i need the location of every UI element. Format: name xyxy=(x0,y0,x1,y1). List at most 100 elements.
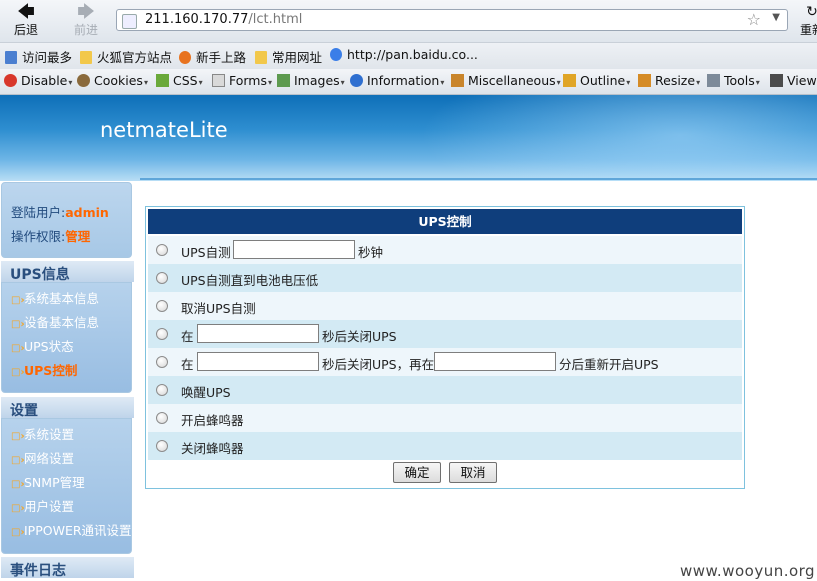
back-button[interactable]: 🡄 后退 xyxy=(6,3,46,38)
bookmarks-toolbar: 访问最多 火狐官方站点 新手上路 常用网址 http://pan.baidu.c… xyxy=(0,42,817,70)
option-radio[interactable] xyxy=(156,244,168,256)
dev-miscellaneous-menu[interactable]: Miscellaneous▾ xyxy=(451,73,561,88)
brand-logo-text: netmateLite xyxy=(100,118,228,142)
sidebar-item-user-settings[interactable]: □›用户设置 xyxy=(11,496,74,515)
self-test-seconds-input[interactable] xyxy=(233,240,355,259)
folder-icon xyxy=(80,51,92,64)
option-radio[interactable] xyxy=(156,356,168,368)
dev-css-menu[interactable]: CSS▾ xyxy=(156,73,203,88)
dev-menu-label: CSS xyxy=(173,73,198,88)
restart-shutdown-seconds-input[interactable] xyxy=(197,352,319,371)
bookmark-label: 访问最多 xyxy=(22,50,73,65)
arrow-icon: □› xyxy=(11,295,25,306)
option-radio[interactable] xyxy=(156,272,168,284)
arrow-icon: □› xyxy=(11,479,25,490)
resize-icon xyxy=(638,74,651,87)
reload-icon: ↻ xyxy=(806,4,817,20)
option-radio[interactable] xyxy=(156,384,168,396)
option-label: 开启蜂鸣器 xyxy=(181,413,244,428)
watermark: www.wooyun.org xyxy=(680,562,816,580)
arrow-icon: □› xyxy=(11,367,25,378)
back-label: 后退 xyxy=(13,23,38,37)
tools-icon xyxy=(707,74,720,87)
sidebar-item-device-info[interactable]: □›设备基本信息 xyxy=(11,312,99,331)
cancel-button[interactable]: 取消 xyxy=(449,462,497,483)
page-header: netmateLite xyxy=(0,95,817,181)
misc-icon xyxy=(451,74,464,87)
arrow-icon: □› xyxy=(11,343,25,354)
dev-information-menu[interactable]: Information▾ xyxy=(350,73,444,88)
login-user-label: 登陆用户: xyxy=(11,205,66,220)
bookmark-baidu-pan[interactable]: http://pan.baidu.co... xyxy=(330,47,478,62)
sidebar-item-label: IPPOWER通讯设置 xyxy=(24,523,132,538)
dev-forms-menu[interactable]: Forms▾ xyxy=(212,73,272,88)
dev-cookies-menu[interactable]: Cookies▾ xyxy=(77,73,148,88)
bookmark-common-sites[interactable]: 常用网址 xyxy=(255,47,322,66)
sidebar-item-system-info[interactable]: □›系统基本信息 xyxy=(11,288,99,307)
arrow-icon: □› xyxy=(11,503,25,514)
confirm-button[interactable]: 确定 xyxy=(393,462,441,483)
view-source-icon xyxy=(770,74,783,87)
option-radio[interactable] xyxy=(156,300,168,312)
sidebar-item-label: SNMP管理 xyxy=(24,475,85,490)
sidebar-item-ups-control[interactable]: □›UPS控制 xyxy=(11,360,77,379)
url-path: /lct.html xyxy=(248,12,303,27)
section-event-log[interactable]: 事件日志 xyxy=(1,556,134,579)
shutdown-seconds-input[interactable] xyxy=(197,324,319,343)
option-buzzer-off: 关闭蜂鸣器 xyxy=(148,432,742,460)
option-shutdown-delay: 在 秒后关闭UPS xyxy=(148,320,742,348)
bookmark-label: 火狐官方站点 xyxy=(97,50,173,65)
dev-menu-label: Resize xyxy=(655,73,696,88)
url-host: 211.160.170.77 xyxy=(145,12,249,27)
baidu-icon xyxy=(330,48,342,61)
sidebar-item-label: 系统设置 xyxy=(24,427,75,442)
dev-menu-label: Information xyxy=(367,73,440,88)
option-label: UPS自测直到电池电压低 xyxy=(181,273,319,288)
disable-icon xyxy=(4,74,17,87)
address-bar[interactable]: 211.160.170.77/lct.html ☆ ▼ xyxy=(116,9,788,31)
option-shutdown-restart: 在 秒后关闭UPS，再在 分后重新开启UPS xyxy=(148,348,742,376)
dev-images-menu[interactable]: Images▾ xyxy=(277,73,345,88)
sidebar-item-label: UPS控制 xyxy=(24,363,78,378)
option-radio[interactable] xyxy=(156,440,168,452)
restart-minutes-input[interactable] xyxy=(434,352,556,371)
permission-row: 操作权限:管理 xyxy=(11,226,90,245)
sidebar-item-system-settings[interactable]: □›系统设置 xyxy=(11,424,74,443)
arrow-icon: □› xyxy=(11,431,25,442)
option-label: UPS自测 xyxy=(181,245,231,260)
option-label: 在 xyxy=(181,357,194,372)
option-radio[interactable] xyxy=(156,412,168,424)
option-radio[interactable] xyxy=(156,328,168,340)
sidebar: 登陆用户:admin 操作权限:管理 UPS信息 □›系统基本信息 □›设备基本… xyxy=(0,181,136,581)
forward-button[interactable]: 🡆 前进 xyxy=(66,3,106,38)
bookmark-star-icon[interactable]: ☆ xyxy=(747,10,761,29)
sidebar-item-network-settings[interactable]: □›网络设置 xyxy=(11,448,74,467)
dev-outline-menu[interactable]: Outline▾ xyxy=(563,73,630,88)
option-self-test-low-battery: UPS自测直到电池电压低 xyxy=(148,264,742,292)
dev-view-menu[interactable]: View xyxy=(770,73,817,88)
dev-menu-label: Forms xyxy=(229,73,268,88)
bookmark-label: http://pan.baidu.co... xyxy=(347,47,478,62)
option-buzzer-on: 开启蜂鸣器 xyxy=(148,404,742,432)
bookmark-label: 新手上路 xyxy=(196,50,247,65)
dev-resize-menu[interactable]: Resize▾ xyxy=(638,73,700,88)
sidebar-item-ups-status[interactable]: □›UPS状态 xyxy=(11,336,74,355)
folder-icon xyxy=(255,51,267,64)
option-label: 在 xyxy=(181,329,194,344)
bookmark-most-visited[interactable]: 访问最多 xyxy=(5,47,72,66)
sidebar-item-ippower[interactable]: □›IPPOWER通讯设置 xyxy=(11,520,132,539)
outline-pencil-icon xyxy=(563,74,576,87)
dev-tools-menu[interactable]: Tools▾ xyxy=(707,73,760,88)
dev-disable-menu[interactable]: Disable▾ xyxy=(4,73,72,88)
login-user-row: 登陆用户:admin xyxy=(11,202,109,221)
bookmark-getting-started[interactable]: 新手上路 xyxy=(179,47,246,66)
dropdown-icon[interactable]: ▼ xyxy=(772,12,780,23)
sidebar-item-snmp[interactable]: □›SNMP管理 xyxy=(11,472,85,491)
option-self-test: UPS自测 秒钟 xyxy=(148,236,742,264)
url-text[interactable]: 211.160.170.77/lct.html xyxy=(145,12,302,27)
web-developer-toolbar: Disable▾ Cookies▾ CSS▾ Forms▾ Images▾ In… xyxy=(0,69,817,95)
bookmark-firefox-site[interactable]: 火狐官方站点 xyxy=(80,47,172,66)
option-label: 取消UPS自测 xyxy=(181,301,256,316)
browser-toolbar: 🡄 后退 🡆 前进 211.160.170.77/lct.html ☆ ▼ ↻ … xyxy=(0,0,817,42)
reload-button[interactable]: ↻ 重新 xyxy=(792,3,817,38)
